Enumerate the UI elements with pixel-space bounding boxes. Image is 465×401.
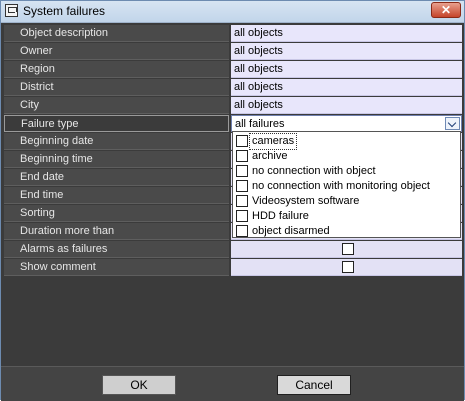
property-label: Region [4,61,229,78]
failure-option-videosystem-software[interactable]: Videosystem software [235,194,459,209]
option-checkbox[interactable] [236,150,248,162]
option-label: object disarmed [252,225,330,237]
option-checkbox[interactable] [236,210,248,222]
cancel-button[interactable]: Cancel [277,375,351,395]
city-value[interactable]: all objects [231,97,462,114]
failure-type-dropdown-list: cameras archive no connection with objec… [232,131,461,238]
window-title: System failures [23,4,106,18]
failure-option-no-connection-monitoring[interactable]: no connection with monitoring object [235,179,459,194]
option-label: no connection with object [252,165,376,177]
region-value[interactable]: all objects [231,61,462,78]
option-checkbox[interactable] [236,165,248,177]
show-comment-checkbox[interactable] [342,261,354,273]
property-label: Sorting [4,205,229,222]
option-label: HDD failure [252,210,309,222]
option-label: Videosystem software [252,195,360,207]
owner-value[interactable]: all objects [231,43,462,60]
failure-option-cameras[interactable]: cameras [235,133,459,150]
title-bar: System failures ✕ [1,1,464,23]
property-label: Beginning date [4,133,229,150]
row-show-comment: Show comment [4,259,462,276]
failure-type-value: all failures [235,118,285,130]
district-value[interactable]: all objects [231,79,462,96]
alarms-as-failures-checkbox[interactable] [342,243,354,255]
close-icon[interactable]: ✕ [431,2,461,18]
ok-button[interactable]: OK [102,375,176,395]
row-district: District all objects [4,79,462,96]
property-label: End date [4,169,229,186]
option-label: no connection with monitoring object [252,180,430,192]
failure-option-no-connection-object[interactable]: no connection with object [235,164,459,179]
property-label: Failure type [4,115,229,132]
property-label: Owner [4,43,229,60]
show-comment-cell [231,259,462,276]
chevron-down-icon[interactable] [445,117,460,130]
property-label: District [4,79,229,96]
property-label: Object description [4,25,229,42]
property-label: End time [4,187,229,204]
property-label: Beginning time [4,151,229,168]
dialog-footer: OK Cancel [1,366,464,401]
property-label: City [4,97,229,114]
failure-option-object-disarmed[interactable]: object disarmed [235,224,459,239]
option-checkbox[interactable] [236,135,248,147]
row-region: Region all objects [4,61,462,78]
failure-type-combobox[interactable]: all failures [231,115,462,132]
row-owner: Owner all objects [4,43,462,60]
option-checkbox[interactable] [236,225,248,237]
failure-option-archive[interactable]: archive [235,149,459,164]
row-object-description: Object description all objects [4,25,462,42]
option-label: archive [252,150,288,162]
row-city: City all objects [4,97,462,114]
system-failures-window: System failures ✕ Object description all… [0,0,465,401]
option-checkbox[interactable] [236,180,248,192]
report-window-icon [5,4,18,17]
property-label: Alarms as failures [4,241,229,258]
property-label: Show comment [4,259,229,276]
row-alarms-as-failures: Alarms as failures [4,241,462,258]
failure-option-hdd-failure[interactable]: HDD failure [235,209,459,224]
object-description-value[interactable]: all objects [231,25,462,42]
row-failure-type: Failure type all failures [4,115,462,132]
option-checkbox[interactable] [236,195,248,207]
property-label: Duration more than [4,223,229,240]
alarms-as-failures-cell [231,241,462,258]
option-label: cameras [248,133,298,150]
